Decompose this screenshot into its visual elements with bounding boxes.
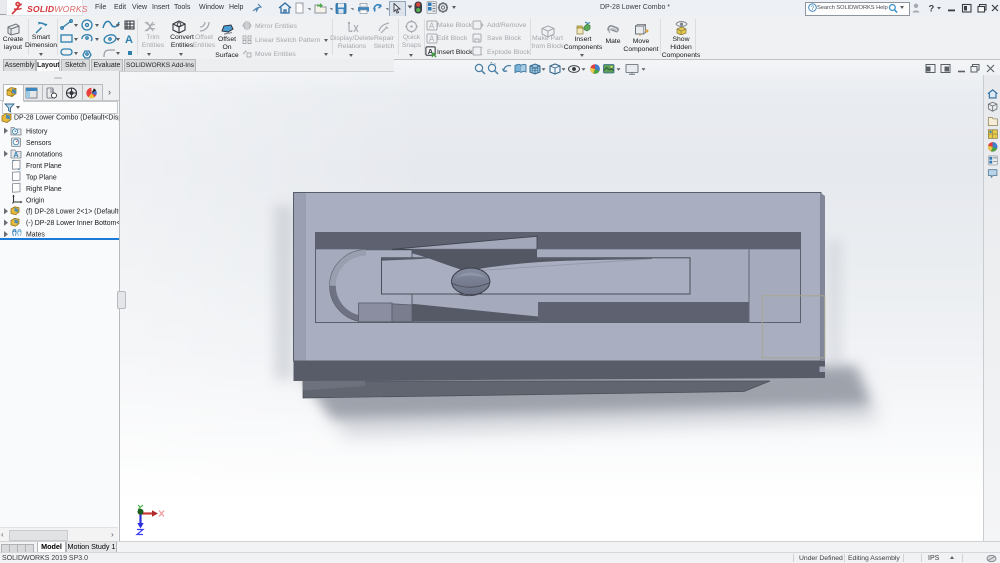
svg-text:Top Plane: Top Plane bbox=[26, 175, 57, 182]
svg-text:Annotations: Annotations bbox=[26, 152, 63, 159]
svg-text:History: History bbox=[26, 129, 48, 136]
svg-text:(f) DP-28 Lower 2<1> (Default<: (f) DP-28 Lower 2<1> (Default<<D bbox=[26, 209, 119, 216]
svg-text:Front Plane: Front Plane bbox=[26, 163, 62, 170]
svg-text:A: A bbox=[14, 152, 19, 159]
svg-text:Origin: Origin bbox=[26, 198, 45, 205]
svg-text:DP-28 Lower Combo (Default<Di: DP-28 Lower Combo (Default<Displa bbox=[14, 115, 119, 122]
svg-text:(-) DP-28 Lower Inner Bottom<1: (-) DP-28 Lower Inner Bottom<1> bbox=[26, 220, 119, 227]
svg-text:Sensors: Sensors bbox=[26, 140, 52, 147]
svg-text:Right Plane: Right Plane bbox=[26, 186, 62, 193]
